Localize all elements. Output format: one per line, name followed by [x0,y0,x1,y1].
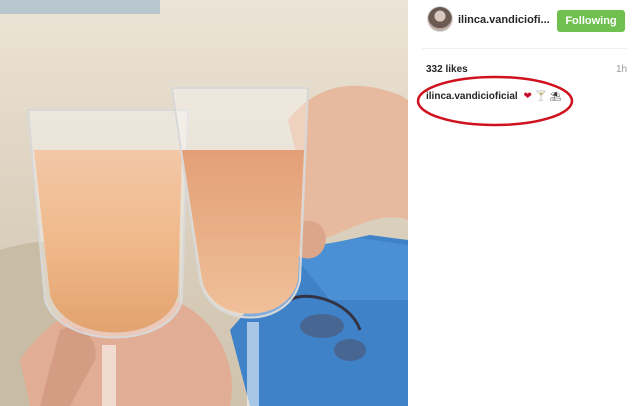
instagram-post: ilinca.vandiciofi... Following 332 likes… [0,0,640,406]
avatar[interactable] [427,6,453,32]
post-photo[interactable] [0,0,408,406]
post-header: ilinca.vandiciofi... Following [408,0,640,48]
divider [422,48,627,49]
photo-image [0,0,408,406]
account-username[interactable]: ilinca.vandiciofi... [458,14,554,26]
post-sidebar: ilinca.vandiciofi... Following 332 likes… [408,0,640,406]
post-time[interactable]: 1h [616,64,627,75]
following-button[interactable]: Following [557,10,625,32]
red-annotation-circle [416,75,574,127]
